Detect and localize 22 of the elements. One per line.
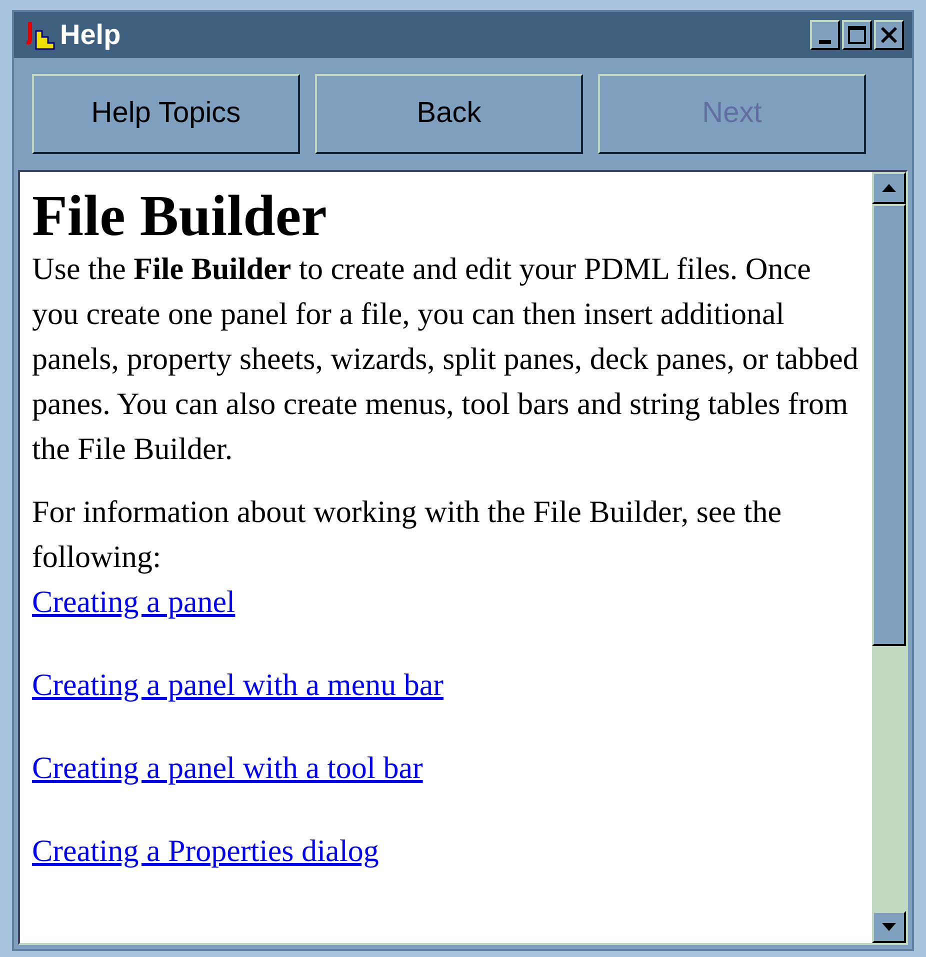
toolbar-button[interactable]: Help Topics: [32, 74, 300, 154]
scroll-up-button[interactable]: [872, 172, 906, 204]
scroll-thumb[interactable]: [872, 204, 906, 646]
help-link[interactable]: Creating a panel with a tool bar: [32, 750, 423, 785]
paragraph: Use the File Builder to create and edit your PDML files. Once you create one panel for a file, you can then insert additional panels, property sheets, wizards, split panes, deck panes, or tabbed panes. You can also create menus, tool bars and string tables from the File Builder.: [32, 250, 860, 468]
help-link[interactable]: Creating a panel with a menu bar: [32, 667, 444, 702]
window-title: Help: [60, 18, 121, 52]
close-icon: [880, 26, 898, 44]
page-heading: File Builder: [32, 186, 328, 246]
up-arrow-icon: [882, 184, 896, 192]
toolbar-button[interactable]: Back: [315, 74, 583, 154]
help-link[interactable]: Creating a Properties dialog: [32, 833, 379, 868]
close-button[interactable]: [874, 20, 904, 50]
maximize-icon: [848, 26, 866, 44]
scroll-down-button[interactable]: [872, 911, 906, 943]
minimize-button[interactable]: [810, 20, 840, 50]
help-link[interactable]: Creating a panel: [32, 584, 236, 619]
paragraph: For information about working with the File Builder, see the following:: [32, 493, 783, 576]
down-arrow-icon: [882, 923, 896, 931]
scrollbar[interactable]: [872, 172, 906, 943]
minimize-icon: [819, 40, 831, 44]
maximize-button[interactable]: [842, 20, 872, 50]
